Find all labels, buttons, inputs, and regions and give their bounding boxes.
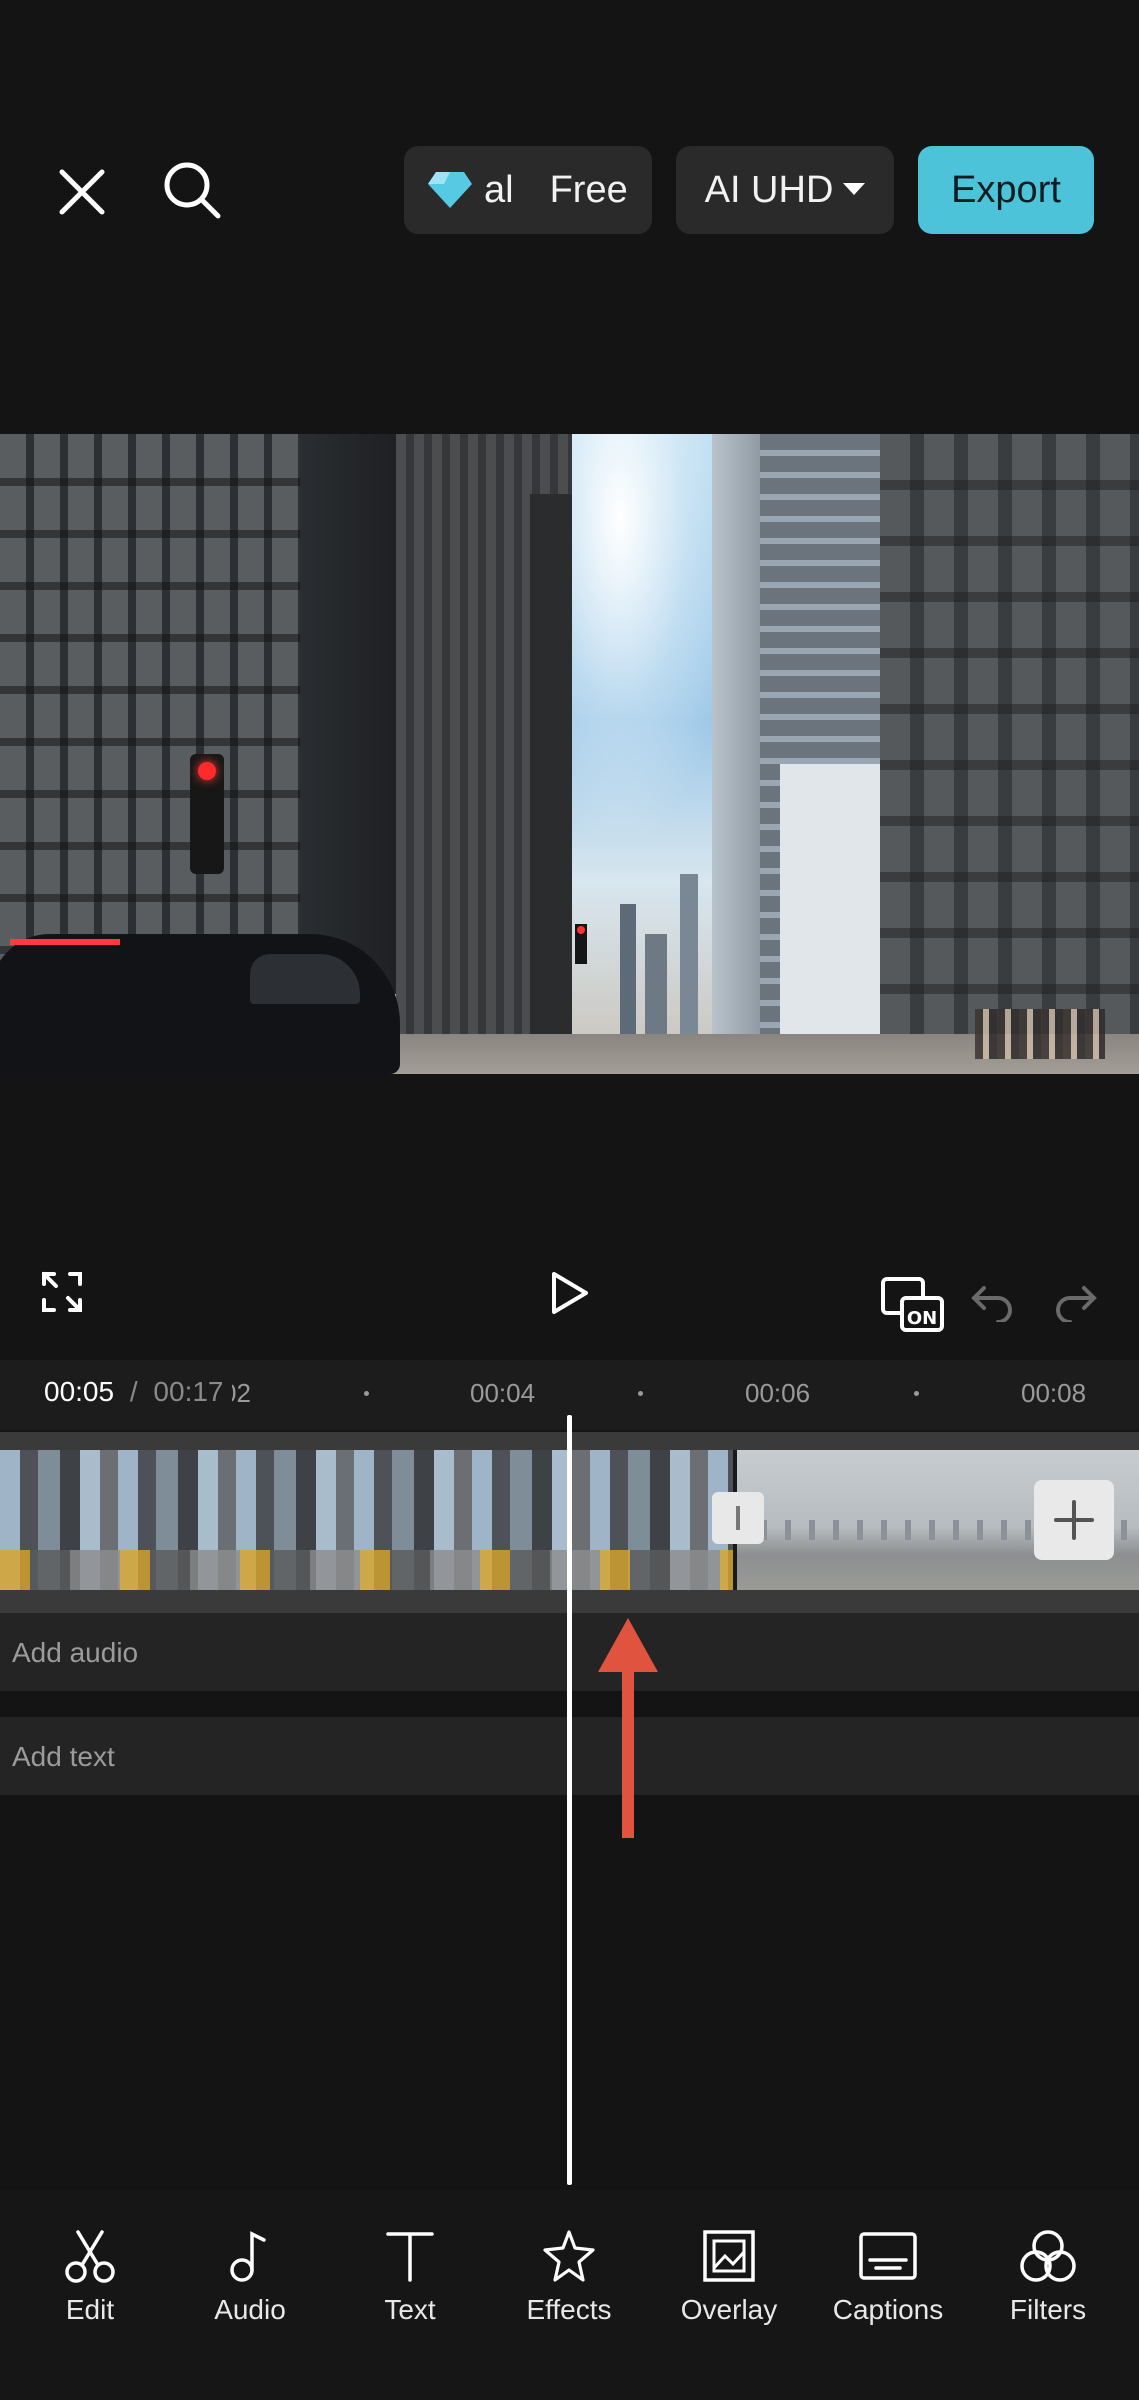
chevron-down-icon bbox=[843, 183, 866, 195]
text-icon bbox=[386, 2232, 434, 2282]
fullscreen-icon bbox=[42, 1272, 82, 1312]
toolbar-item-effects[interactable]: Effects bbox=[499, 2228, 639, 2326]
current-time: 00:05 bbox=[44, 1376, 115, 1407]
toolbar-label: Audio bbox=[214, 2294, 286, 2325]
total-time: 00:17 bbox=[153, 1376, 224, 1407]
star-sparkle-icon bbox=[543, 2230, 595, 2282]
transition-button[interactable] bbox=[712, 1492, 764, 1544]
search-button[interactable] bbox=[158, 156, 226, 224]
toolbar-label: Text bbox=[384, 2294, 436, 2325]
tick-dot bbox=[364, 1391, 369, 1396]
video-preview[interactable] bbox=[0, 434, 1139, 1074]
close-button[interactable] bbox=[50, 160, 114, 224]
music-note-icon bbox=[230, 2231, 266, 2282]
toolbar-item-overlay[interactable]: Overlay bbox=[659, 2228, 799, 2326]
close-icon bbox=[59, 169, 105, 215]
search-icon bbox=[164, 162, 221, 219]
tick-dot bbox=[638, 1391, 643, 1396]
annotation-arrow-icon bbox=[598, 1618, 658, 1838]
toolbar-item-edit[interactable]: Edit bbox=[20, 2228, 160, 2326]
keyframe-on-icon: ON bbox=[881, 1277, 944, 1332]
add-audio-label: Add audio bbox=[12, 1637, 139, 1668]
filters-icon bbox=[1020, 2230, 1076, 2282]
redo-button[interactable] bbox=[1054, 1282, 1098, 1327]
play-icon bbox=[552, 1272, 588, 1314]
toolbar-label: Captions bbox=[832, 2294, 944, 2325]
toolbar-item-audio[interactable]: Audio bbox=[180, 2228, 320, 2326]
add-clip-button[interactable] bbox=[1034, 1480, 1114, 1560]
toolbar-label: Overlay bbox=[680, 2294, 778, 2325]
plus-icon bbox=[1054, 1500, 1094, 1540]
tick-label: 00:08 bbox=[1021, 1378, 1087, 1408]
undo-button[interactable] bbox=[970, 1282, 1014, 1327]
tick-dot bbox=[914, 1391, 919, 1396]
scissors-icon bbox=[65, 2230, 115, 2283]
tick-label: 00:04 bbox=[470, 1378, 536, 1408]
pro-free-trial-button[interactable]: al Free bbox=[404, 146, 652, 234]
toolbar-label: Filters bbox=[1009, 2294, 1087, 2325]
transition-icon bbox=[736, 1506, 740, 1530]
export-label: Export bbox=[951, 168, 1061, 211]
undo-icon bbox=[971, 1286, 1012, 1324]
toolbar-item-text[interactable]: Text bbox=[340, 2228, 480, 2326]
time-separator: / bbox=[129, 1376, 138, 1407]
keyframe-on-button[interactable]: ON bbox=[880, 1276, 946, 1339]
tick-label: 00:06 bbox=[745, 1378, 811, 1408]
resolution-dropdown[interactable]: AI UHD bbox=[676, 146, 894, 234]
diamond-icon bbox=[428, 172, 472, 208]
pro-badge-text: al bbox=[484, 168, 514, 211]
redo-icon bbox=[1056, 1286, 1097, 1324]
svg-text:ON: ON bbox=[907, 1308, 937, 1329]
captions-icon bbox=[859, 2232, 917, 2280]
toolbar-item-filters[interactable]: Filters bbox=[978, 2228, 1118, 2326]
toolbar-label: Effects bbox=[526, 2294, 612, 2325]
time-readout: 00:05 / 00:17 bbox=[44, 1376, 224, 1408]
resolution-label: AI UHD bbox=[704, 168, 834, 211]
free-text: Free bbox=[549, 168, 628, 211]
toolbar-item-captions[interactable]: Captions bbox=[818, 2228, 958, 2326]
tick-label-partial: 02 bbox=[232, 1378, 251, 1408]
export-button[interactable]: Export bbox=[918, 146, 1094, 234]
playhead[interactable] bbox=[567, 1415, 572, 2185]
add-text-label: Add text bbox=[12, 1741, 115, 1772]
overlay-icon bbox=[703, 2230, 755, 2282]
video-clip-1[interactable] bbox=[0, 1450, 733, 1590]
toolbar-label: Edit bbox=[65, 2294, 115, 2325]
play-button[interactable] bbox=[548, 1270, 592, 1321]
fullscreen-button[interactable] bbox=[40, 1270, 84, 1319]
